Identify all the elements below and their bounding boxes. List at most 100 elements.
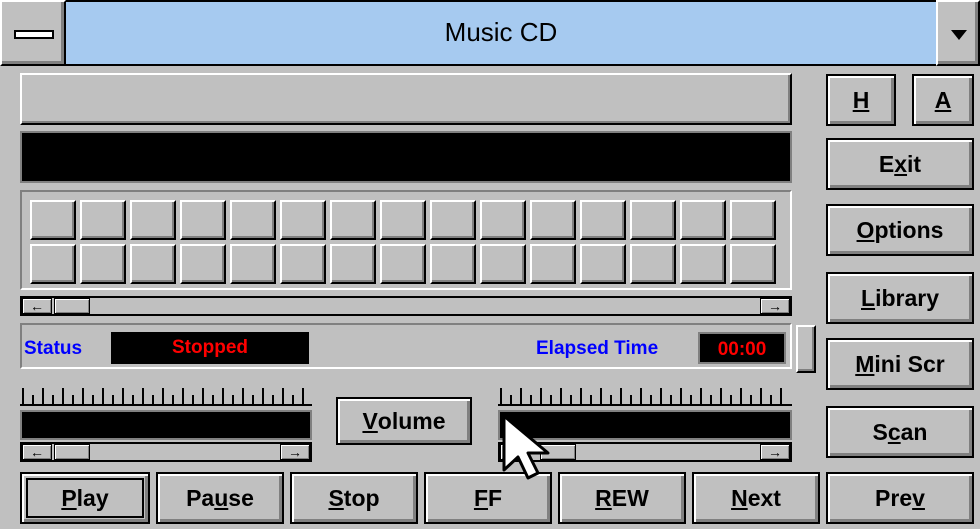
rew-button[interactable]: R EW (558, 472, 686, 524)
label-post: ext (747, 484, 781, 511)
ruler-tick (22, 388, 24, 404)
ruler-tick (62, 388, 64, 404)
label-post: an (900, 418, 928, 445)
mini-scr-button[interactable]: Mini Scr (826, 338, 974, 390)
track-button[interactable] (230, 244, 276, 284)
label-accel: O (856, 216, 875, 243)
slider-thumb[interactable] (54, 444, 90, 460)
left-arrow-icon[interactable]: ← (22, 298, 52, 314)
exit-button[interactable]: Ex it (826, 138, 974, 190)
track-button[interactable] (480, 200, 526, 240)
track-button[interactable] (730, 244, 776, 284)
track-button[interactable] (630, 244, 676, 284)
track-button[interactable] (580, 200, 626, 240)
track-button[interactable] (330, 244, 376, 284)
track-button[interactable] (230, 200, 276, 240)
status-slider[interactable] (796, 325, 816, 373)
right-arrow-icon[interactable]: → (760, 298, 790, 314)
next-button[interactable]: Next (692, 472, 820, 524)
ruler-tick (570, 395, 572, 404)
track-scrollbar[interactable]: ← → (20, 296, 792, 316)
label-accel: P (61, 484, 77, 511)
options-button[interactable]: Options (826, 204, 974, 256)
track-title-bar (20, 73, 792, 125)
ruler-tick (500, 388, 502, 404)
track-button[interactable] (130, 244, 176, 284)
track-button[interactable] (480, 244, 526, 284)
ruler-tick (292, 395, 294, 404)
track-button[interactable] (30, 200, 76, 240)
label-accel: N (731, 484, 748, 511)
ruler-tick (610, 395, 612, 404)
track-button[interactable] (580, 244, 626, 284)
display-panel (20, 131, 792, 183)
track-button[interactable] (680, 244, 726, 284)
ruler-tick (172, 395, 174, 404)
prev-button[interactable]: Pre v (826, 472, 974, 524)
a-button[interactable]: A (912, 74, 974, 126)
ruler-tick (780, 388, 782, 404)
label-post: it (907, 150, 922, 177)
label-pre: Pa (186, 484, 215, 511)
track-button[interactable] (80, 244, 126, 284)
play-button[interactable]: Play (20, 472, 150, 524)
label-accel: F (473, 484, 488, 511)
track-button[interactable] (680, 200, 726, 240)
track-button[interactable] (130, 200, 176, 240)
left-meter (20, 410, 312, 440)
ruler-tick (730, 395, 732, 404)
track-button[interactable] (730, 200, 776, 240)
volume-button[interactable]: Volume (336, 397, 472, 445)
track-button[interactable] (80, 200, 126, 240)
ruler-tick (660, 388, 662, 404)
ruler-tick (620, 388, 622, 404)
track-button[interactable] (280, 244, 326, 284)
right-arrow-icon[interactable]: → (760, 444, 790, 460)
minimize-button[interactable] (936, 0, 980, 66)
ruler-tick (630, 395, 632, 404)
label-accel: S (328, 484, 344, 511)
label-accel: c (887, 418, 901, 445)
system-menu-icon (14, 30, 54, 39)
left-slider[interactable]: ← → (20, 442, 312, 462)
track-button[interactable] (180, 200, 226, 240)
track-button[interactable] (430, 200, 476, 240)
label-post: se (228, 484, 254, 511)
library-button[interactable]: Library (826, 272, 974, 324)
track-button[interactable] (630, 200, 676, 240)
pause-button[interactable]: Pa u se (156, 472, 284, 524)
label-post: ini Scr (874, 350, 945, 377)
stop-button[interactable]: Stop (290, 472, 418, 524)
track-button[interactable] (180, 244, 226, 284)
scroll-thumb[interactable] (54, 298, 90, 314)
ruler-tick (252, 395, 254, 404)
right-arrow-icon[interactable]: → (280, 444, 310, 460)
track-button[interactable] (530, 244, 576, 284)
label-post: top (343, 484, 380, 511)
left-arrow-icon[interactable]: ← (22, 444, 52, 460)
track-button[interactable] (430, 244, 476, 284)
ruler-tick (132, 395, 134, 404)
track-button[interactable] (330, 200, 376, 240)
chevron-down-icon (951, 30, 967, 40)
ruler-tick (162, 388, 164, 404)
system-menu-button[interactable] (0, 0, 66, 66)
label-post: ptions (874, 216, 944, 243)
track-grid (20, 190, 792, 290)
track-button[interactable] (380, 200, 426, 240)
track-button[interactable] (30, 244, 76, 284)
scan-button[interactable]: Sc an (826, 406, 974, 458)
ruler-tick (530, 395, 532, 404)
ruler-tick (680, 388, 682, 404)
h-button[interactable]: H (826, 74, 896, 126)
label-pre: Pre (875, 484, 913, 511)
track-button[interactable] (380, 244, 426, 284)
ruler-tick (112, 395, 114, 404)
ruler-tick (560, 388, 562, 404)
track-button[interactable] (530, 200, 576, 240)
label-accel: x (894, 150, 908, 177)
label-accel: u (214, 484, 229, 511)
track-button[interactable] (280, 200, 326, 240)
ruler-tick (700, 388, 702, 404)
ruler-tick (142, 388, 144, 404)
